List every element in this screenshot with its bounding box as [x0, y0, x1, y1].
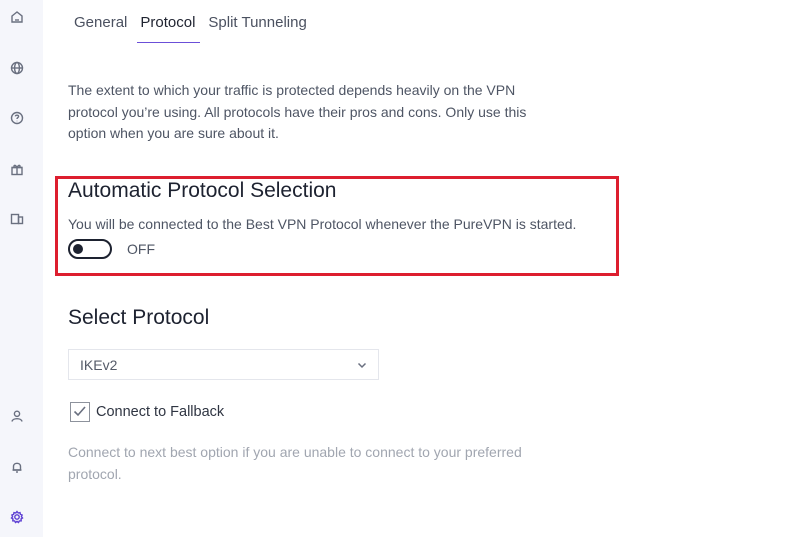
tab-split-tunneling[interactable]: Split Tunneling: [208, 14, 306, 44]
protocol-dropdown[interactable]: IKEv2: [68, 349, 379, 380]
chevron-down-icon: [356, 358, 368, 370]
protocol-description: The extent to which your traffic is prot…: [68, 82, 527, 141]
bell-icon[interactable]: [9, 459, 25, 475]
fallback-checkbox-label[interactable]: Connect to Fallback: [96, 404, 224, 420]
home-icon[interactable]: [9, 9, 25, 25]
tab-general[interactable]: General: [74, 14, 127, 44]
auto-protocol-description: You will be connected to the Best VPN Pr…: [68, 216, 577, 232]
user-icon[interactable]: [9, 408, 25, 424]
gift-icon[interactable]: [9, 161, 25, 177]
toggle-state-label: OFF: [127, 241, 155, 257]
toggle-knob: [73, 244, 83, 254]
devices-icon[interactable]: [9, 211, 25, 227]
select-protocol-title: Select Protocol: [68, 306, 210, 329]
settings-icon[interactable]: [9, 509, 25, 525]
tab-bar: General Protocol Split Tunneling: [74, 14, 320, 44]
globe-icon[interactable]: [9, 60, 25, 76]
help-icon[interactable]: [9, 110, 25, 126]
auto-protocol-toggle[interactable]: [68, 239, 112, 259]
auto-protocol-title: Automatic Protocol Selection: [68, 179, 337, 202]
tab-protocol[interactable]: Protocol: [137, 14, 201, 44]
sidebar: [0, 0, 43, 537]
protocol-dropdown-value: IKEv2: [80, 356, 118, 373]
fallback-description: Connect to next best option if you are u…: [68, 444, 522, 482]
fallback-checkbox[interactable]: [70, 402, 90, 422]
checkmark-icon: [73, 406, 86, 417]
